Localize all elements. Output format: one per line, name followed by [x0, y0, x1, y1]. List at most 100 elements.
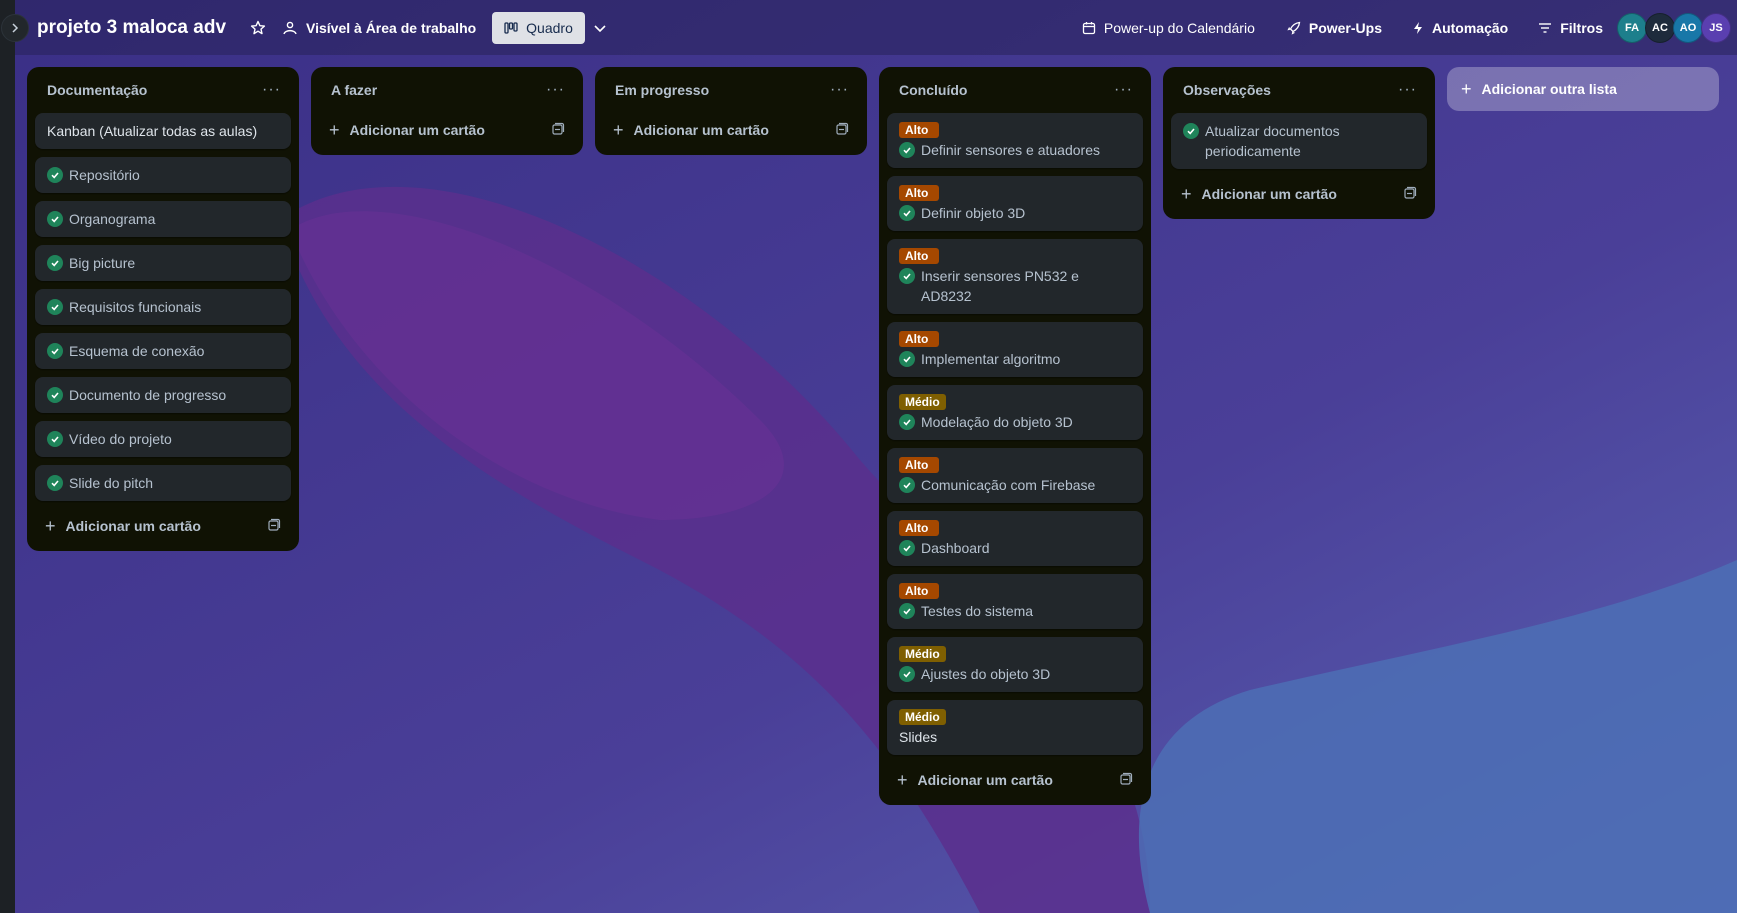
card[interactable]: Kanban (Atualizar todas as aulas) — [35, 113, 291, 149]
powerups-button[interactable]: Power-Ups — [1279, 14, 1390, 42]
list-title[interactable]: Documentação — [47, 82, 147, 98]
check-circle-icon[interactable] — [47, 387, 63, 403]
check-circle-icon[interactable] — [899, 268, 915, 284]
board-view-button[interactable]: Quadro — [492, 11, 585, 44]
avatar[interactable]: FA — [1617, 12, 1647, 43]
add-card-button[interactable]: + Adicionar um cartão — [1171, 177, 1427, 211]
check-circle-icon[interactable] — [47, 475, 63, 491]
check-circle-icon[interactable] — [47, 211, 63, 227]
check-circle-icon[interactable] — [899, 414, 915, 430]
template-icon[interactable] — [1403, 186, 1417, 203]
star-icon — [250, 20, 266, 34]
card[interactable]: Alto Implementar algoritmo — [887, 322, 1143, 377]
star-button[interactable] — [242, 14, 274, 42]
chevron-down-icon — [594, 24, 606, 32]
filters-button[interactable]: Filtros — [1530, 14, 1611, 42]
add-card-label: Adicionar um cartão — [1201, 186, 1337, 202]
card-content: Dashboard — [899, 538, 1131, 558]
card[interactable]: Big picture — [35, 245, 291, 281]
card[interactable]: Alto Definir sensores e atuadores — [887, 113, 1143, 168]
list-title[interactable]: A fazer — [331, 82, 377, 98]
card-title: Repositório — [69, 167, 140, 183]
list-header: Em progresso ··· — [603, 67, 859, 113]
list-title[interactable]: Observações — [1183, 82, 1271, 98]
check-circle-icon[interactable] — [899, 603, 915, 619]
add-card-button[interactable]: + Adicionar um cartão — [35, 509, 291, 543]
plus-icon: + — [1461, 79, 1472, 99]
add-card-button[interactable]: + Adicionar um cartão — [887, 763, 1143, 797]
add-card-left: + Adicionar um cartão — [1181, 185, 1337, 203]
check-circle-icon[interactable] — [47, 255, 63, 271]
card-content: Big picture — [47, 253, 279, 273]
card-content: Requisitos funcionais — [47, 297, 279, 317]
card[interactable]: Médio Ajustes do objeto 3D — [887, 637, 1143, 692]
card[interactable]: Médio Modelação do objeto 3D — [887, 385, 1143, 440]
avatar[interactable]: JS — [1701, 12, 1731, 43]
check-circle-icon[interactable] — [899, 540, 915, 556]
plus-icon: + — [897, 770, 908, 790]
board-title[interactable]: projeto 3 maloca adv — [37, 17, 226, 39]
card[interactable]: Atualizar documentos periodicamente — [1171, 113, 1427, 169]
card[interactable]: Esquema de conexão — [35, 333, 291, 369]
list: Observações ··· Atualizar documentos perio… — [1163, 67, 1435, 219]
card-title: Atualizar documentos periodicamente — [1205, 123, 1340, 159]
add-list-button[interactable]: + Adicionar outra lista — [1447, 67, 1719, 111]
list-header: Concluído ··· — [887, 67, 1143, 113]
card-title: Esquema de conexão — [69, 343, 205, 359]
add-card-button[interactable]: + Adicionar um cartão — [319, 113, 575, 147]
template-icon[interactable] — [551, 122, 565, 139]
card[interactable]: Slide do pitch — [35, 465, 291, 501]
card[interactable]: Repositório — [35, 157, 291, 193]
card-title: Requisitos funcionais — [69, 299, 202, 315]
card[interactable]: Alto Definir objeto 3D — [887, 176, 1143, 231]
card[interactable]: Organograma — [35, 201, 291, 237]
card[interactable]: Médio Slides — [887, 700, 1143, 755]
visibility-button[interactable]: Visível à Área de trabalho — [274, 14, 484, 42]
calendar-icon — [1082, 21, 1096, 34]
check-circle-icon[interactable] — [47, 343, 63, 359]
more-options-icon[interactable]: ··· — [1398, 82, 1417, 98]
priority-label: Alto — [899, 457, 939, 473]
card[interactable]: Alto Dashboard — [887, 511, 1143, 566]
expand-sidebar-button[interactable] — [1, 14, 29, 42]
add-card-label: Adicionar um cartão — [917, 772, 1053, 788]
template-icon[interactable] — [835, 122, 849, 139]
check-circle-icon[interactable] — [899, 351, 915, 367]
more-options-icon[interactable]: ··· — [830, 82, 849, 98]
more-options-icon[interactable]: ··· — [1114, 82, 1133, 98]
check-circle-icon[interactable] — [899, 477, 915, 493]
calendar-powerup-button[interactable]: Power-up do Calendário — [1074, 14, 1263, 42]
check-circle-icon[interactable] — [47, 167, 63, 183]
list: A fazer ··· + Adicionar um cartão — [311, 67, 583, 155]
check-circle-icon[interactable] — [899, 205, 915, 221]
card-title: Big picture — [69, 255, 136, 271]
avatar[interactable]: AC — [1645, 12, 1675, 43]
more-options-icon[interactable]: ··· — [546, 82, 565, 98]
check-circle-icon[interactable] — [899, 666, 915, 682]
check-circle-icon[interactable] — [899, 142, 915, 158]
avatar[interactable]: AO — [1673, 12, 1703, 43]
card[interactable]: Vídeo do projeto — [35, 421, 291, 457]
views-dropdown-button[interactable] — [585, 15, 615, 41]
card-content: Definir objeto 3D — [899, 203, 1131, 223]
card[interactable]: Alto Testes do sistema — [887, 574, 1143, 629]
template-icon[interactable] — [267, 518, 281, 535]
card-content: Inserir sensores PN532 e AD8232 — [899, 266, 1131, 306]
card[interactable]: Alto Inserir sensores PN532 e AD8232 — [887, 239, 1143, 314]
template-icon[interactable] — [1119, 772, 1133, 789]
check-circle-icon[interactable] — [47, 431, 63, 447]
card[interactable]: Documento de progresso — [35, 377, 291, 413]
card[interactable]: Requisitos funcionais — [35, 289, 291, 325]
card[interactable]: Alto Comunicação com Firebase — [887, 448, 1143, 503]
more-options-icon[interactable]: ··· — [262, 82, 281, 98]
card-title: Comunicação com Firebase — [921, 477, 1096, 493]
card-content: Slide do pitch — [47, 473, 279, 493]
automation-button[interactable]: Automação — [1404, 14, 1516, 42]
list-title[interactable]: Em progresso — [615, 82, 709, 98]
priority-label: Alto — [899, 185, 939, 201]
add-card-button[interactable]: + Adicionar um cartão — [603, 113, 859, 147]
card-content: Atualizar documentos periodicamente — [1183, 121, 1415, 161]
check-circle-icon[interactable] — [47, 299, 63, 315]
list-title[interactable]: Concluído — [899, 82, 967, 98]
check-circle-icon[interactable] — [1183, 123, 1199, 139]
